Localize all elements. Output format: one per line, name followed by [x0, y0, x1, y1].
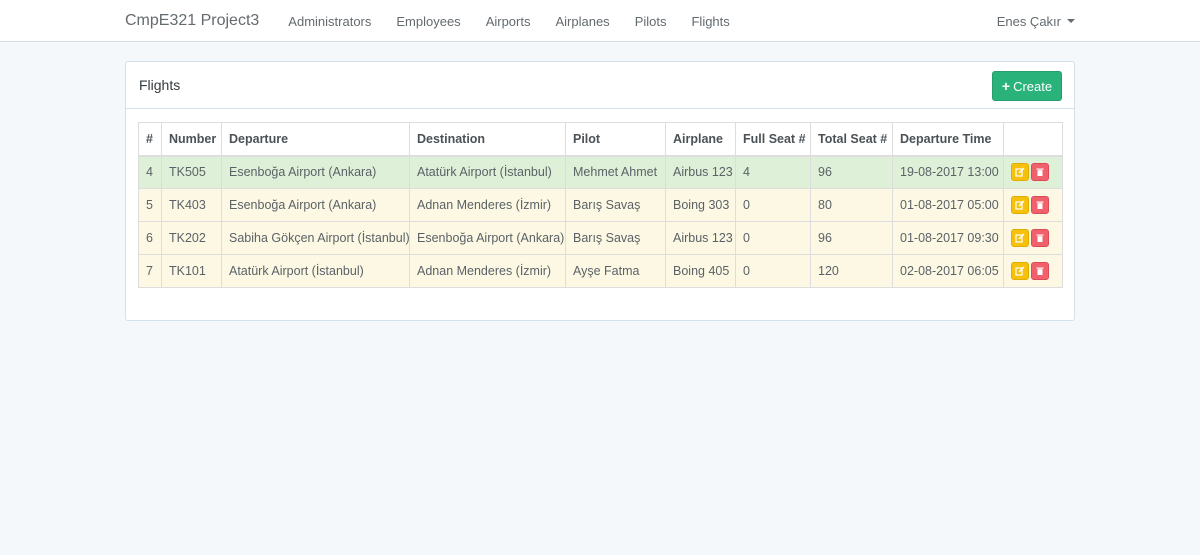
- cell-actions: [1003, 221, 1063, 255]
- header-total-seat: Total Seat #: [810, 122, 893, 157]
- flights-table-wrapper: # Number Departure Destination Pilot Air…: [138, 122, 1063, 288]
- table-row: 6 TK202 Sabiha Gökçen Airport (İstanbul)…: [138, 221, 1063, 255]
- edit-icon: [1015, 167, 1025, 177]
- nav-link-flights[interactable]: Flights: [691, 14, 729, 29]
- plus-icon: +: [1001, 78, 1011, 94]
- cell-departure-time: 02-08-2017 06:05: [892, 254, 1004, 288]
- navbar-container: CmpE321 Project3 Administrators Employee…: [125, 0, 1075, 42]
- header-pilot: Pilot: [565, 122, 666, 157]
- nav-link-administrators[interactable]: Administrators: [288, 14, 371, 29]
- edit-button[interactable]: [1011, 262, 1029, 280]
- user-menu-dropdown[interactable]: Enes Çakır: [997, 0, 1075, 42]
- delete-button[interactable]: [1031, 196, 1049, 214]
- flights-panel: Flights + Create # Number Departure Dest…: [125, 61, 1075, 321]
- cell-id: 7: [138, 254, 162, 288]
- header-full-seat: Full Seat #: [735, 122, 811, 157]
- panel-title: Flights: [139, 77, 181, 93]
- cell-airplane: Airbus 123: [665, 221, 736, 255]
- cell-departure-time: 01-08-2017 09:30: [892, 221, 1004, 255]
- nav-link-airplanes[interactable]: Airplanes: [555, 14, 609, 29]
- header-actions: [1003, 122, 1063, 157]
- header-departure: Departure: [221, 122, 410, 157]
- cell-actions: [1003, 254, 1063, 288]
- cell-departure: Sabiha Gökçen Airport (İstanbul): [221, 221, 410, 255]
- trash-icon: [1036, 267, 1044, 275]
- table-row: 5 TK403 Esenboğa Airport (Ankara) Adnan …: [138, 188, 1063, 222]
- cell-total-seat: 96: [810, 221, 893, 255]
- header-departure-time: Departure Time: [892, 122, 1004, 157]
- cell-airplane: Airbus 123: [665, 155, 736, 189]
- table-row: 4 TK505 Esenboğa Airport (Ankara) Atatür…: [138, 155, 1063, 189]
- row-actions: [1011, 163, 1055, 182]
- cell-airplane: Boing 303: [665, 188, 736, 222]
- trash-icon: [1036, 201, 1044, 209]
- cell-destination: Esenboğa Airport (Ankara): [409, 221, 566, 255]
- header-number: Number: [161, 122, 222, 157]
- cell-total-seat: 80: [810, 188, 893, 222]
- flights-table: # Number Departure Destination Pilot Air…: [138, 122, 1063, 288]
- delete-button[interactable]: [1031, 262, 1049, 280]
- cell-departure: Esenboğa Airport (Ankara): [221, 188, 410, 222]
- cell-id: 5: [138, 188, 162, 222]
- header-id: #: [138, 122, 162, 157]
- cell-destination: Atatürk Airport (İstanbul): [409, 155, 566, 189]
- edit-icon: [1015, 233, 1025, 243]
- cell-full-seat: 0: [735, 254, 811, 288]
- table-header-row: # Number Departure Destination Pilot Air…: [138, 122, 1063, 157]
- cell-pilot: Barış Savaş: [565, 188, 666, 222]
- trash-icon: [1036, 168, 1044, 177]
- nav-link-employees[interactable]: Employees: [396, 14, 460, 29]
- cell-number: TK403: [161, 188, 222, 222]
- cell-departure: Atatürk Airport (İstanbul): [221, 254, 410, 288]
- edit-button[interactable]: [1011, 229, 1029, 247]
- cell-number: TK202: [161, 221, 222, 255]
- header-destination: Destination: [409, 122, 566, 157]
- edit-button[interactable]: [1011, 163, 1029, 182]
- header-airplane: Airplane: [665, 122, 736, 157]
- nav-link-airports[interactable]: Airports: [486, 14, 531, 29]
- cell-departure: Esenboğa Airport (Ankara): [221, 155, 410, 189]
- cell-destination: Adnan Menderes (İzmir): [409, 188, 566, 222]
- table-row: 7 TK101 Atatürk Airport (İstanbul) Adnan…: [138, 254, 1063, 288]
- edit-icon: [1015, 266, 1025, 276]
- cell-pilot: Mehmet Ahmet: [565, 155, 666, 189]
- row-actions: [1011, 262, 1055, 280]
- create-button-label: Create: [1013, 78, 1053, 94]
- cell-full-seat: 0: [735, 188, 811, 222]
- cell-id: 4: [138, 155, 162, 189]
- cell-actions: [1003, 188, 1063, 222]
- cell-total-seat: 96: [810, 155, 893, 189]
- caret-down-icon: [1067, 19, 1075, 23]
- delete-button[interactable]: [1031, 229, 1049, 247]
- edit-icon: [1015, 200, 1025, 210]
- cell-pilot: Ayşe Fatma: [565, 254, 666, 288]
- panel-heading: Flights + Create: [126, 62, 1074, 109]
- nav-links: Administrators Employees Airports Airpla…: [288, 14, 754, 29]
- cell-pilot: Barış Savaş: [565, 221, 666, 255]
- nav-link-pilots[interactable]: Pilots: [635, 14, 667, 29]
- cell-full-seat: 0: [735, 221, 811, 255]
- row-actions: [1011, 196, 1055, 214]
- user-name: Enes Çakır: [996, 13, 1061, 29]
- row-actions: [1011, 229, 1055, 247]
- cell-full-seat: 4: [735, 155, 811, 189]
- cell-destination: Adnan Menderes (İzmir): [409, 254, 566, 288]
- cell-departure-time: 19-08-2017 13:00: [892, 155, 1004, 189]
- cell-total-seat: 120: [810, 254, 893, 288]
- cell-id: 6: [138, 221, 162, 255]
- cell-departure-time: 01-08-2017 05:00: [892, 188, 1004, 222]
- cell-number: TK101: [161, 254, 222, 288]
- delete-button[interactable]: [1031, 163, 1049, 182]
- cell-actions: [1003, 155, 1063, 189]
- create-button[interactable]: + Create: [992, 71, 1062, 101]
- navbar: CmpE321 Project3 Administrators Employee…: [0, 0, 1200, 42]
- edit-button[interactable]: [1011, 196, 1029, 214]
- cell-number: TK505: [161, 155, 222, 189]
- brand-link[interactable]: CmpE321 Project3: [125, 12, 259, 30]
- cell-airplane: Boing 405: [665, 254, 736, 288]
- trash-icon: [1036, 234, 1044, 242]
